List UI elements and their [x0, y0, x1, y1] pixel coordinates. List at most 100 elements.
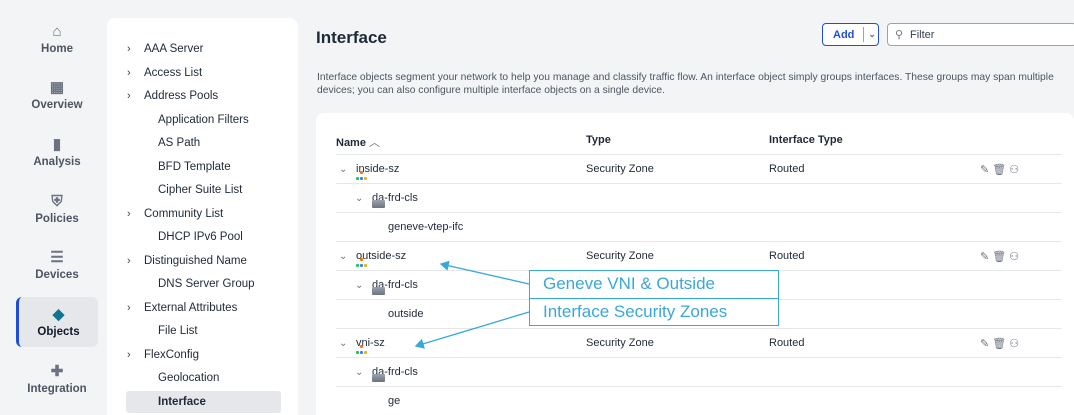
column-header-interface-type[interactable]: Interface Type — [769, 134, 843, 146]
nav-overview[interactable]: ▦ Overview — [16, 70, 98, 120]
chevron-down-icon[interactable]: ⌄ — [339, 251, 347, 262]
chevron-down-icon[interactable]: ⌄ — [339, 338, 347, 349]
sidebar-item-dhcp-ipv6-pool[interactable]: DHCP IPv6 Pool — [127, 226, 287, 248]
sidebar-item-geolocation[interactable]: Geolocation — [127, 367, 287, 389]
sidebar-item-aaa-server[interactable]: › AAA Server — [127, 38, 287, 60]
table-row[interactable]: ⌄ da-frd-cls — [336, 183, 1062, 212]
nav-policies-label: Policies — [35, 212, 79, 225]
sidebar-item-community-list[interactable]: › Community List — [127, 203, 287, 225]
nav-devices-label: Devices — [35, 268, 79, 281]
sidebar-item-label: Distinguished Name — [144, 255, 247, 267]
table-row[interactable]: ge — [336, 386, 1062, 415]
sidebar-item-as-path[interactable]: AS Path — [127, 132, 287, 154]
edit-icon[interactable]: ✎ — [980, 338, 992, 350]
nav-devices[interactable]: ☰ Devices — [16, 240, 98, 290]
chevron-right-icon: › — [127, 302, 131, 314]
table-row[interactable]: ⌄ inside-sz Security Zone Routed ✎🗑⚇ — [336, 154, 1062, 183]
chevron-right-icon: › — [127, 208, 131, 220]
security-zone-icon — [356, 171, 367, 181]
find-usage-icon[interactable]: ⚇ — [1009, 251, 1022, 263]
nav-objects-label: Objects — [37, 325, 80, 338]
nav-overview-label: Overview — [31, 98, 83, 111]
integration-icon: ✚ — [50, 362, 64, 380]
sidebar-item-label: Address Pools — [144, 90, 219, 102]
column-header-type[interactable]: Type — [586, 134, 611, 146]
sidebar-item-cipher-suite-list[interactable]: Cipher Suite List — [127, 179, 287, 201]
device-icon — [372, 200, 385, 208]
security-zone-icon — [356, 345, 367, 355]
nav-policies[interactable]: ⛨ Policies — [16, 184, 98, 234]
edit-icon[interactable]: ✎ — [980, 164, 992, 176]
sidebar-item-access-list[interactable]: › Access List — [127, 62, 287, 84]
callout-line-1: Geneve VNI & Outside — [543, 274, 715, 293]
object-type-sidebar: › AAA Server › Access List › Address Pools … — [107, 18, 298, 415]
row-actions: ✎🗑⚇ — [980, 163, 1022, 176]
interface-name-cell: ge — [388, 395, 401, 407]
interface-name-cell: outside — [388, 308, 424, 320]
chevron-down-icon[interactable]: ⌄ — [355, 367, 363, 378]
delete-icon[interactable]: 🗑 — [992, 164, 1009, 176]
delete-icon[interactable]: 🗑 — [992, 338, 1009, 350]
nav-home[interactable]: ⌂ Home — [16, 14, 98, 64]
sidebar-item-interface[interactable]: Interface — [126, 391, 281, 413]
nav-integration[interactable]: ✚ Integration — [16, 354, 98, 404]
find-usage-icon[interactable]: ⚇ — [1009, 164, 1022, 176]
sidebar-item-application-filters[interactable]: Application Filters — [127, 109, 287, 131]
sidebar-item-label: AS Path — [158, 137, 201, 149]
sidebar-item-label: File List — [158, 325, 198, 337]
analysis-icon: ▮ — [52, 135, 62, 153]
table-row[interactable]: ⌄ outside-sz Security Zone Routed ✎🗑⚇ — [336, 241, 1062, 270]
nav-objects[interactable]: ◆ Objects — [16, 297, 98, 347]
sidebar-item-dns-server-group[interactable]: DNS Server Group — [127, 273, 287, 295]
chevron-down-icon[interactable]: ⌄ — [339, 164, 347, 175]
add-button-divider — [863, 27, 865, 42]
objects-icon: ◆ — [52, 305, 65, 323]
column-header-name-label: Name — [336, 137, 366, 149]
sidebar-item-external-attributes[interactable]: › External Attributes — [127, 297, 287, 319]
sidebar-item-label: Access List — [144, 67, 203, 79]
filter-input[interactable]: ⚲ Filter — [887, 23, 1074, 46]
interface-type-cell: Routed — [769, 163, 805, 175]
page-title: Interface — [316, 28, 387, 47]
sidebar-item-label: FlexConfig — [144, 349, 199, 361]
sidebar-item-label: Application Filters — [158, 114, 249, 126]
sort-ascending-icon[interactable]: ︿ — [369, 137, 380, 149]
table-row[interactable]: ⌄ vni-sz Security Zone Routed ✎🗑⚇ — [336, 328, 1062, 357]
delete-icon[interactable]: 🗑 — [992, 251, 1009, 263]
sidebar-item-flexconfig[interactable]: › FlexConfig — [127, 344, 287, 366]
chevron-right-icon: › — [127, 255, 131, 267]
chevron-down-icon[interactable]: ⌄ — [868, 29, 876, 40]
add-button[interactable]: Add ⌄ — [822, 23, 879, 46]
sidebar-item-label: DHCP IPv6 Pool — [158, 231, 243, 243]
sidebar-item-label: DNS Server Group — [158, 278, 255, 290]
annotation-callout: Geneve VNI & Outside Interface Security … — [529, 270, 779, 326]
chevron-down-icon[interactable]: ⌄ — [355, 280, 363, 291]
sidebar-item-label: BFD Template — [158, 161, 231, 173]
table-row[interactable]: ⌄ da-frd-cls — [336, 357, 1062, 386]
device-name-cell: da-frd-cls — [372, 366, 418, 382]
find-usage-icon[interactable]: ⚇ — [1009, 338, 1022, 350]
sidebar-item-distinguished-name[interactable]: › Distinguished Name — [127, 250, 287, 272]
table-header: Name ︿ Type Interface Type — [336, 134, 1066, 152]
column-header-name[interactable]: Name ︿ — [336, 134, 380, 150]
interface-table: Name ︿ Type Interface Type ⌄ inside-sz S… — [316, 113, 1074, 415]
sidebar-item-label: AAA Server — [144, 43, 204, 55]
table-row[interactable]: geneve-vtep-ifc — [336, 212, 1062, 241]
device-icon — [372, 374, 385, 382]
security-zone-icon — [356, 258, 367, 268]
nav-integration-label: Integration — [27, 382, 87, 395]
sidebar-item-label: Geolocation — [158, 372, 220, 384]
sidebar-item-address-pools[interactable]: › Address Pools — [127, 85, 287, 107]
device-icon — [372, 287, 385, 295]
sidebar-item-bfd-template[interactable]: BFD Template — [127, 156, 287, 178]
sidebar-item-file-list[interactable]: File List — [127, 320, 287, 342]
nav-analysis[interactable]: ▮ Analysis — [16, 127, 98, 177]
interface-type-cell: Routed — [769, 337, 805, 349]
sidebar-item-label: Cipher Suite List — [158, 184, 243, 196]
chevron-down-icon[interactable]: ⌄ — [355, 193, 363, 204]
row-actions: ✎🗑⚇ — [980, 337, 1022, 350]
edit-icon[interactable]: ✎ — [980, 251, 992, 263]
callout-divider — [529, 298, 779, 299]
page-description: Interface objects segment your network t… — [317, 72, 1054, 96]
devices-icon: ☰ — [50, 248, 64, 266]
